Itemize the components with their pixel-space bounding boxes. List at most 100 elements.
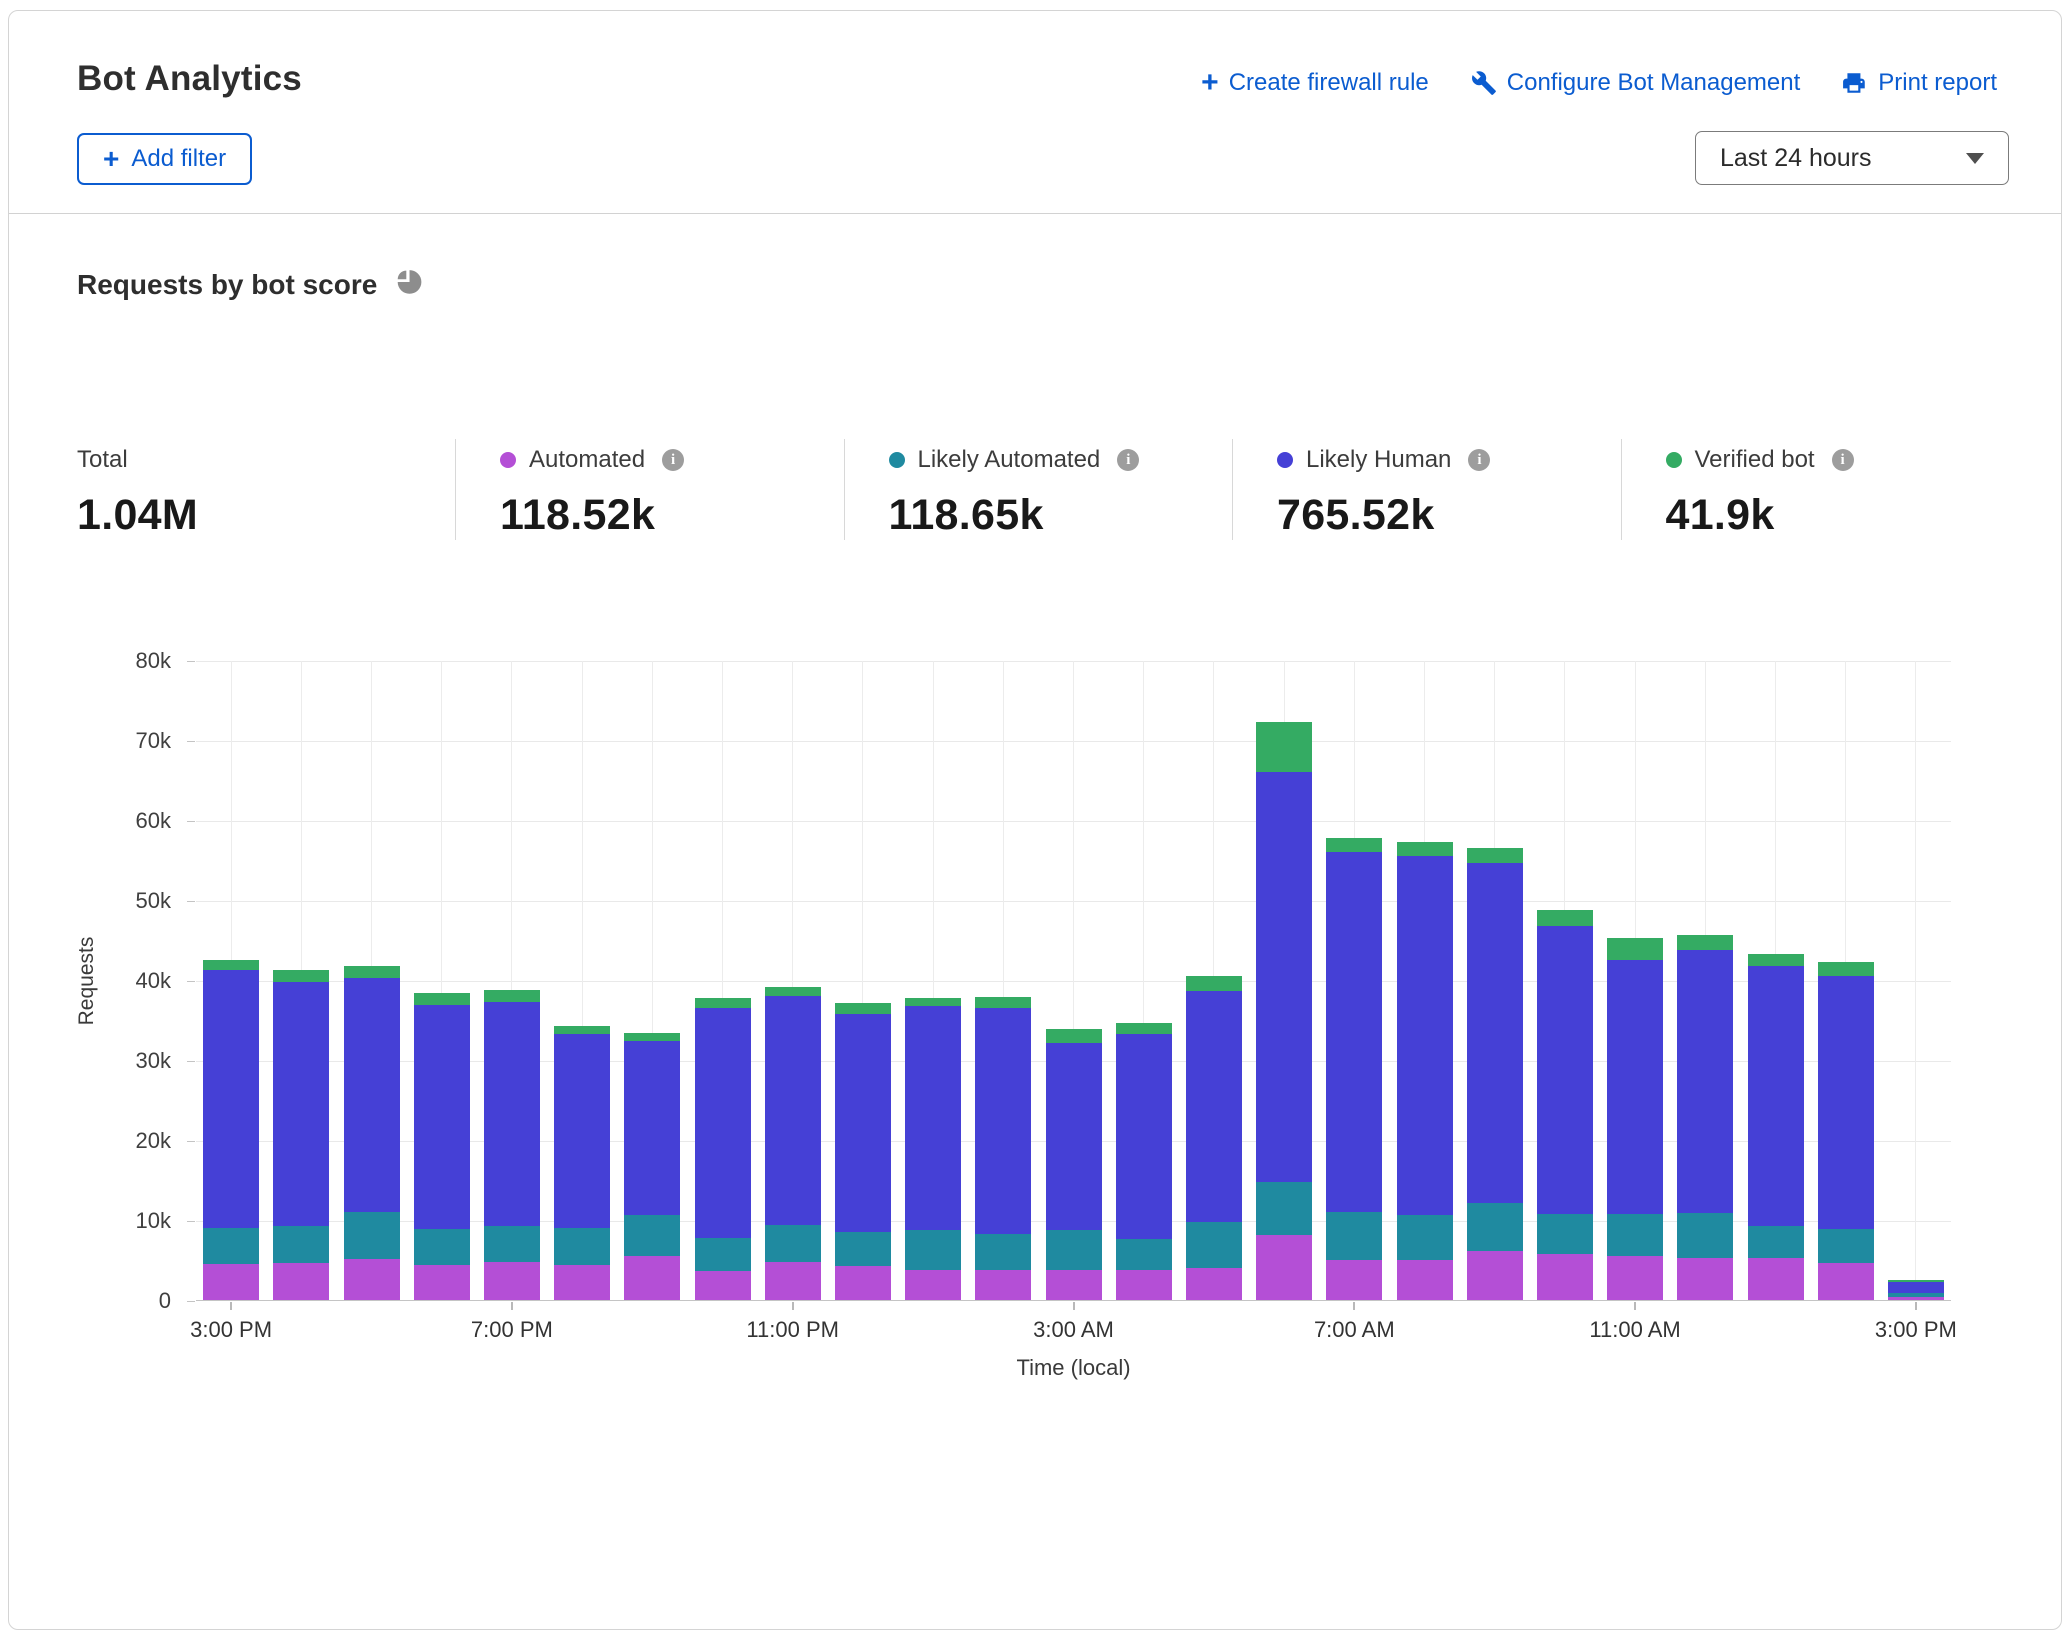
- bar-segment-likely-automated[interactable]: [1607, 1214, 1663, 1256]
- bar-segment-likely-automated[interactable]: [905, 1230, 961, 1270]
- bar-segment-automated[interactable]: [765, 1262, 821, 1300]
- bar-segment-automated[interactable]: [1046, 1270, 1102, 1300]
- bar-segment-automated[interactable]: [624, 1256, 680, 1300]
- stacked-bar-300pm[interactable]: [1888, 1280, 1944, 1300]
- bar-segment-likely-automated[interactable]: [1467, 1203, 1523, 1251]
- stacked-bar-1000pm[interactable]: [695, 998, 751, 1300]
- stacked-bar-600am[interactable]: [1256, 722, 1312, 1300]
- bar-segment-verified-bot[interactable]: [975, 997, 1031, 1008]
- bar-segment-verified-bot[interactable]: [624, 1033, 680, 1041]
- bar-segment-verified-bot[interactable]: [484, 990, 540, 1002]
- bar-segment-automated[interactable]: [905, 1270, 961, 1300]
- bar-segment-verified-bot[interactable]: [1467, 848, 1523, 863]
- bar-segment-automated[interactable]: [414, 1265, 470, 1300]
- bar-segment-automated[interactable]: [1467, 1251, 1523, 1300]
- bar-segment-likely-automated[interactable]: [835, 1232, 891, 1266]
- stacked-bar-100am[interactable]: [905, 998, 961, 1300]
- bar-segment-automated[interactable]: [1326, 1260, 1382, 1300]
- info-icon[interactable]: i: [1117, 449, 1139, 471]
- bar-segment-automated[interactable]: [1256, 1235, 1312, 1300]
- bar-segment-likely-automated[interactable]: [1326, 1212, 1382, 1260]
- bar-segment-likely-automated[interactable]: [484, 1226, 540, 1263]
- bar-segment-verified-bot[interactable]: [273, 970, 329, 981]
- bar-segment-automated[interactable]: [203, 1264, 259, 1300]
- bar-segment-verified-bot[interactable]: [1116, 1023, 1172, 1033]
- bar-segment-likely-automated[interactable]: [975, 1234, 1031, 1270]
- bar-segment-verified-bot[interactable]: [905, 998, 961, 1007]
- bar-segment-likely-human[interactable]: [1116, 1034, 1172, 1240]
- stacked-bar-1000am[interactable]: [1537, 910, 1593, 1300]
- bar-segment-likely-automated[interactable]: [624, 1215, 680, 1256]
- bar-segment-verified-bot[interactable]: [1607, 938, 1663, 960]
- stacked-bar-700am[interactable]: [1326, 838, 1382, 1300]
- stacked-bar-100pm[interactable]: [1748, 954, 1804, 1300]
- bar-segment-likely-human[interactable]: [835, 1014, 891, 1232]
- bar-segment-likely-human[interactable]: [344, 978, 400, 1212]
- bar-segment-verified-bot[interactable]: [344, 966, 400, 978]
- bar-segment-likely-human[interactable]: [1467, 863, 1523, 1203]
- stacked-bar-600pm[interactable]: [414, 993, 470, 1300]
- stacked-bar-400pm[interactable]: [273, 970, 329, 1300]
- bar-segment-likely-automated[interactable]: [1186, 1222, 1242, 1268]
- bar-segment-likely-automated[interactable]: [1537, 1214, 1593, 1254]
- bar-segment-likely-human[interactable]: [1326, 852, 1382, 1212]
- bar-segment-likely-human[interactable]: [1186, 991, 1242, 1222]
- configure-bot-management-link[interactable]: Configure Bot Management: [1471, 69, 1801, 97]
- bar-segment-automated[interactable]: [484, 1262, 540, 1300]
- time-range-dropdown[interactable]: Last 24 hours: [1695, 131, 2009, 185]
- bar-segment-verified-bot[interactable]: [1186, 976, 1242, 991]
- bar-segment-likely-human[interactable]: [484, 1002, 540, 1225]
- bar-segment-likely-automated[interactable]: [1116, 1239, 1172, 1269]
- bar-segment-verified-bot[interactable]: [695, 998, 751, 1008]
- stacked-bar-1100am[interactable]: [1607, 938, 1663, 1300]
- bar-segment-likely-automated[interactable]: [344, 1212, 400, 1259]
- bar-segment-automated[interactable]: [1677, 1258, 1733, 1300]
- bar-segment-verified-bot[interactable]: [414, 993, 470, 1005]
- bar-segment-automated[interactable]: [1116, 1270, 1172, 1300]
- bar-segment-verified-bot[interactable]: [1818, 962, 1874, 976]
- bar-segment-likely-automated[interactable]: [554, 1228, 610, 1265]
- bar-segment-likely-automated[interactable]: [1888, 1293, 1944, 1297]
- create-firewall-rule-link[interactable]: + Create firewall rule: [1201, 69, 1429, 97]
- bar-segment-automated[interactable]: [695, 1271, 751, 1300]
- stacked-bar-1200pm[interactable]: [1677, 935, 1733, 1300]
- stacked-bar-300pm[interactable]: [203, 960, 259, 1300]
- stacked-bar-500pm[interactable]: [344, 966, 400, 1300]
- bar-segment-likely-automated[interactable]: [1256, 1182, 1312, 1236]
- bar-segment-likely-human[interactable]: [1397, 856, 1453, 1215]
- bar-segment-automated[interactable]: [344, 1259, 400, 1300]
- bar-segment-likely-automated[interactable]: [1046, 1230, 1102, 1269]
- stacked-bar-300am[interactable]: [1046, 1029, 1102, 1300]
- stacked-bar-800am[interactable]: [1397, 842, 1453, 1300]
- bar-segment-likely-human[interactable]: [1537, 926, 1593, 1215]
- stacked-bar-700pm[interactable]: [484, 990, 540, 1300]
- bar-segment-likely-human[interactable]: [975, 1008, 1031, 1234]
- bar-segment-verified-bot[interactable]: [1046, 1029, 1102, 1043]
- bar-segment-likely-automated[interactable]: [1677, 1213, 1733, 1258]
- bar-segment-likely-automated[interactable]: [1397, 1215, 1453, 1260]
- stacked-bar-900am[interactable]: [1467, 848, 1523, 1300]
- add-filter-button[interactable]: + Add filter: [77, 133, 252, 185]
- bar-segment-automated[interactable]: [1537, 1254, 1593, 1300]
- bar-segment-verified-bot[interactable]: [203, 960, 259, 970]
- bar-segment-likely-human[interactable]: [203, 970, 259, 1228]
- bar-segment-likely-human[interactable]: [1888, 1282, 1944, 1293]
- bar-segment-automated[interactable]: [1607, 1256, 1663, 1300]
- bar-segment-likely-human[interactable]: [905, 1006, 961, 1229]
- bar-segment-likely-automated[interactable]: [273, 1226, 329, 1263]
- stacked-bar-200pm[interactable]: [1818, 962, 1874, 1300]
- bar-segment-likely-human[interactable]: [554, 1034, 610, 1228]
- bar-segment-likely-human[interactable]: [1818, 976, 1874, 1229]
- bar-segment-verified-bot[interactable]: [765, 987, 821, 996]
- bar-segment-automated[interactable]: [835, 1266, 891, 1300]
- stacked-bar-900pm[interactable]: [624, 1033, 680, 1300]
- bar-segment-likely-human[interactable]: [695, 1008, 751, 1238]
- info-icon[interactable]: i: [662, 449, 684, 471]
- bar-segment-verified-bot[interactable]: [1397, 842, 1453, 856]
- bar-segment-verified-bot[interactable]: [1256, 722, 1312, 772]
- bar-segment-automated[interactable]: [554, 1265, 610, 1300]
- bar-segment-likely-automated[interactable]: [695, 1238, 751, 1272]
- stacked-bar-200am[interactable]: [975, 997, 1031, 1300]
- bar-segment-likely-human[interactable]: [273, 982, 329, 1227]
- bar-segment-verified-bot[interactable]: [1326, 838, 1382, 852]
